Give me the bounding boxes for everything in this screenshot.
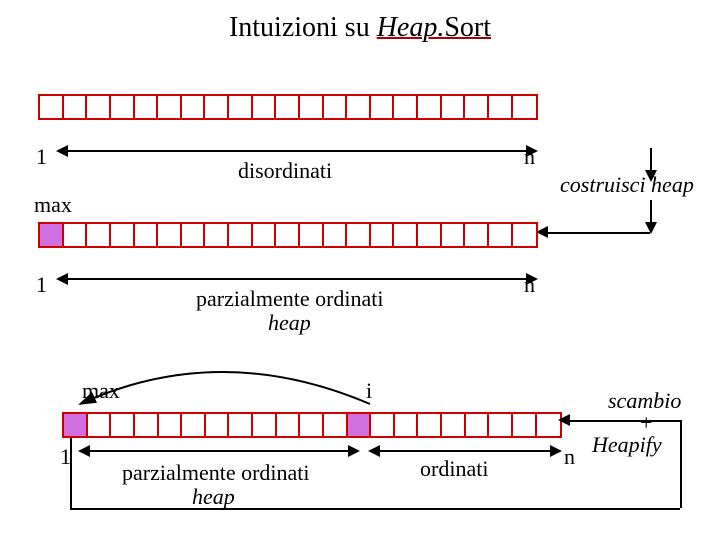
array-cell (87, 96, 111, 118)
label-ordinati: ordinati (420, 456, 488, 482)
loop-bottom (70, 508, 680, 510)
array-cell (159, 414, 183, 436)
array-cell (418, 96, 442, 118)
title-suffix: Sort (444, 12, 491, 43)
array-cell (465, 96, 489, 118)
array-cell (442, 414, 466, 436)
array-cell (182, 96, 206, 118)
array-cell (300, 224, 324, 246)
array-cell (135, 224, 159, 246)
array-cell (394, 96, 418, 118)
array-unsorted (38, 94, 538, 120)
array-cell (300, 414, 324, 436)
array-cell (300, 96, 324, 118)
array-cell (466, 414, 490, 436)
array-cell (87, 224, 111, 246)
array-cell (489, 414, 513, 436)
diagram-stage: Intuizioni su Heap.Sort 1 n disordinati … (0, 0, 720, 540)
array-cell (348, 414, 372, 436)
page-title: Intuizioni su Heap.Sort (0, 12, 720, 44)
array-heap (38, 222, 538, 248)
title-em: Heap. (377, 12, 445, 43)
array-cell (253, 414, 277, 436)
loop-up (680, 420, 682, 508)
build-arrow-bottom (650, 200, 652, 232)
array-cell (158, 96, 182, 118)
array-cell (276, 96, 300, 118)
label-one-a2: 1 (36, 272, 47, 298)
array-cell (371, 414, 395, 436)
array-cell (229, 414, 253, 436)
array-cell (40, 224, 64, 246)
array-cell (394, 224, 418, 246)
array-cell (229, 224, 253, 246)
build-arrow-horiz (540, 232, 650, 234)
label-heap-a3: heap (192, 484, 235, 510)
array-cell (418, 414, 442, 436)
label-max-a2: max (34, 192, 72, 218)
array-cell (277, 414, 301, 436)
array-cell (111, 96, 135, 118)
array-cell (347, 96, 371, 118)
array-cell (229, 96, 253, 118)
array-iteration (62, 412, 562, 438)
overlay-svg (0, 0, 720, 540)
loop-top (562, 420, 680, 422)
range-arrow-a3-left (80, 450, 358, 452)
swap-arc (80, 372, 370, 404)
array-cell (489, 224, 513, 246)
array-cell (135, 96, 159, 118)
array-cell (395, 414, 419, 436)
array-cell (182, 414, 206, 436)
array-cell (64, 96, 88, 118)
array-cell (64, 414, 88, 436)
array-cell (253, 96, 277, 118)
label-i: i (366, 378, 372, 404)
array-cell (371, 224, 395, 246)
array-cell (537, 414, 561, 436)
array-cell (40, 96, 64, 118)
label-n-a3: n (564, 444, 575, 470)
title-prefix: Intuizioni su (229, 12, 377, 43)
array-cell (371, 96, 395, 118)
label-costruisci: costruisci heap (560, 172, 694, 198)
range-arrow-a2 (58, 278, 536, 280)
label-one-a1: 1 (36, 144, 47, 170)
array-cell (206, 414, 230, 436)
array-cell (64, 224, 88, 246)
array-cell (324, 96, 348, 118)
array-cell (513, 96, 537, 118)
label-parz-a3: parzialmente ordinati (122, 460, 310, 486)
array-cell (182, 224, 206, 246)
array-cell (158, 224, 182, 246)
array-cell (418, 224, 442, 246)
array-cell (111, 224, 135, 246)
array-cell (205, 96, 229, 118)
array-cell (205, 224, 229, 246)
array-cell (442, 96, 466, 118)
array-cell (324, 414, 348, 436)
loop-down (70, 438, 72, 508)
loop-arrow-head (558, 414, 570, 426)
array-cell (276, 224, 300, 246)
range-arrow-a1 (58, 150, 536, 152)
label-disordinati: disordinati (238, 158, 332, 184)
array-cell (489, 96, 513, 118)
label-heap-a2: heap (268, 310, 311, 336)
array-cell (347, 224, 371, 246)
array-cell (513, 414, 537, 436)
array-cell (513, 224, 537, 246)
array-cell (111, 414, 135, 436)
label-max-a3: max (82, 378, 120, 404)
array-cell (135, 414, 159, 436)
array-cell (442, 224, 466, 246)
array-cell (324, 224, 348, 246)
array-cell (465, 224, 489, 246)
label-parz-a2: parzialmente ordinati (196, 286, 384, 312)
range-arrow-a3-right (370, 450, 560, 452)
array-cell (88, 414, 112, 436)
label-heapify: Heapify (592, 432, 662, 458)
array-cell (253, 224, 277, 246)
